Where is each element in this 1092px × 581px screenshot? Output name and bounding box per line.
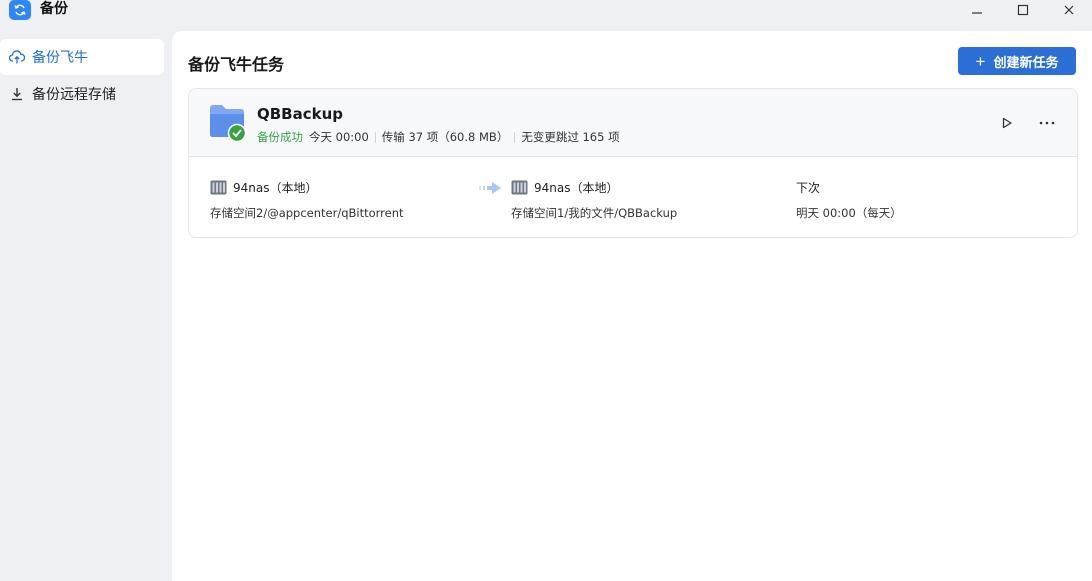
sync-icon (9, 0, 31, 20)
minimize-icon (972, 12, 982, 14)
source-path: 存储空间2/@appcenter/qBittorrent (210, 206, 404, 220)
more-icon (1039, 121, 1055, 125)
cloud-upload-icon (9, 49, 25, 65)
last-run-time: 今天 00:00 (309, 130, 369, 144)
title-bar: 备份 (0, 0, 1092, 31)
maximize-button[interactable] (1003, 0, 1043, 20)
page-title: 备份飞牛任务 (188, 55, 285, 74)
skipped-summary: 无变更跳过 165 项 (521, 130, 620, 144)
destination-device: 94nas（本地） (534, 180, 619, 195)
create-task-button[interactable]: + 创建新任务 (958, 47, 1076, 75)
maximize-icon (1017, 4, 1029, 16)
more-options-button[interactable] (1036, 111, 1058, 131)
task-name: QBBackup (257, 105, 344, 123)
source-column: 94nas（本地） 存储空间2/@appcenter/qBittorrent (210, 178, 404, 221)
sidebar-item-label: 备份飞牛 (32, 50, 88, 66)
next-run-column: 下次 明天 00:00（每天） (796, 178, 902, 221)
task-card[interactable]: QBBackup 备份成功 今天 00:00 传输 37 项（60.8 MB） … (188, 88, 1078, 238)
task-meta: 备份成功 今天 00:00 传输 37 项（60.8 MB） 无变更跳过 165… (257, 129, 620, 145)
arrow-right-icon (479, 182, 501, 194)
destination-column: 94nas（本地） 存储空间1/我的文件/QBBackup (511, 178, 677, 221)
app-title: 备份 (40, 1, 68, 17)
download-icon (9, 86, 25, 102)
run-task-button[interactable] (997, 113, 1017, 133)
folder-success-icon (210, 105, 247, 142)
close-icon (1064, 5, 1074, 15)
task-card-header: QBBackup 备份成功 今天 00:00 传输 37 项（60.8 MB） … (189, 89, 1077, 157)
close-button[interactable] (1049, 0, 1089, 20)
create-task-label: 创建新任务 (993, 54, 1059, 70)
main-panel: 备份飞牛任务 + 创建新任务 QBBackup 备份成功 今天 00:00 传输… (172, 31, 1092, 581)
source-device: 94nas（本地） (233, 180, 318, 195)
status-badge: 备份成功 (257, 130, 303, 144)
nas-icon (511, 180, 528, 194)
sidebar: 备份飞牛 备份远程存储 (0, 31, 172, 581)
divider (374, 131, 376, 143)
nas-icon (210, 180, 227, 194)
play-icon (1002, 117, 1012, 129)
sidebar-item-label: 备份远程存储 (32, 87, 116, 103)
next-run-value: 明天 00:00（每天） (796, 206, 902, 220)
minimize-button[interactable] (957, 0, 997, 20)
destination-path: 存储空间1/我的文件/QBBackup (511, 206, 678, 220)
next-run-label: 下次 (796, 180, 821, 195)
sidebar-item-backup-remote[interactable]: 备份远程存储 (0, 76, 164, 112)
transfer-summary: 传输 37 项（60.8 MB） (381, 130, 509, 144)
plus-icon: + (975, 51, 986, 71)
sidebar-item-backup-fnos[interactable]: 备份飞牛 (0, 39, 164, 75)
divider (514, 131, 516, 143)
